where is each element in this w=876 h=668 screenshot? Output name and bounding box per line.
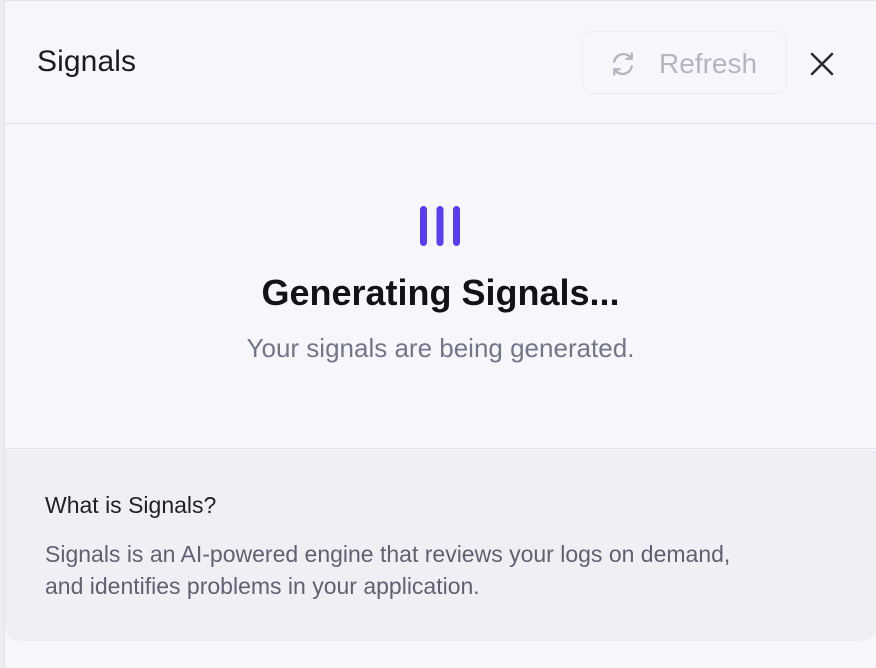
info-title: What is Signals? <box>45 492 217 518</box>
refresh-icon <box>613 52 633 76</box>
panel-header: Signals Refresh <box>5 1 876 124</box>
info-description-line: and identifies problems in your applicat… <box>45 573 480 599</box>
loading-subtitle: Your signals are being generated. <box>246 333 635 363</box>
close-button[interactable] <box>805 47 839 81</box>
panel-title: Signals <box>37 45 137 78</box>
info-card: What is Signals? Signals is an AI-powere… <box>5 450 876 641</box>
refresh-button-label: Refresh <box>659 48 758 79</box>
refresh-button[interactable]: Refresh <box>582 31 787 94</box>
info-description: Signals is an AI-powered engine that rev… <box>45 538 845 602</box>
loading-section: Generating Signals... Your signals are b… <box>5 124 876 449</box>
signals-panel: Signals Refresh Generating Signals... Yo… <box>5 0 876 668</box>
info-description-line: Signals is an AI-powered engine that rev… <box>45 541 731 567</box>
close-icon <box>810 52 834 76</box>
loading-title: Generating Signals... <box>261 272 620 313</box>
loading-bars-icon <box>420 206 460 246</box>
